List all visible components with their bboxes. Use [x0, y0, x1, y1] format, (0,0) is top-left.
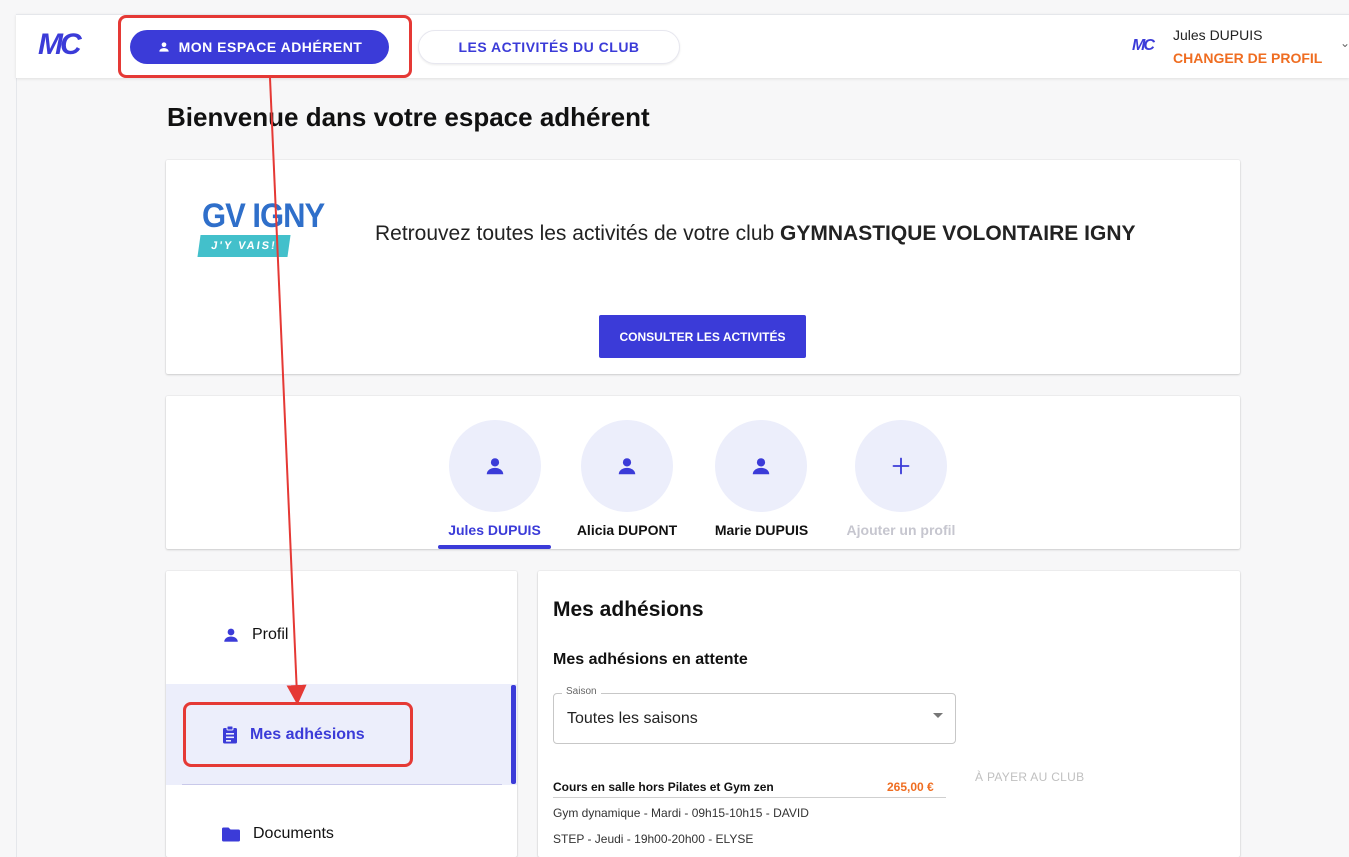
active-profile-indicator	[438, 545, 551, 549]
user-club-logo: MC	[1132, 37, 1155, 54]
nav-club-activities-label: LES ACTIVITÉS DU CLUB	[458, 39, 640, 55]
profile-tab-marie[interactable]: Marie DUPUIS	[703, 522, 820, 538]
club-logo-tag: J'Y VAIS!	[197, 235, 291, 257]
caret-down-icon[interactable]	[933, 713, 943, 718]
window-left-border	[16, 14, 17, 857]
page: MC MON ESPACE ADHÉRENT LES ACTIVITÉS DU …	[0, 0, 1349, 857]
membership-price: 265,00 €	[887, 780, 934, 794]
profile-tab-add[interactable]: Ajouter un profil	[838, 522, 964, 538]
annotation-highlight-nav	[118, 15, 412, 78]
club-description: Retrouvez toutes les activités de votre …	[375, 222, 1136, 246]
sidebar-item-profile[interactable]: Profil	[222, 626, 288, 644]
membership-divider	[553, 797, 946, 798]
pending-memberships-title: Mes adhésions en attente	[553, 651, 748, 668]
profile-avatar-alicia[interactable]	[581, 420, 673, 512]
profile-avatar-marie[interactable]	[715, 420, 807, 512]
membership-detail: Gym dynamique - Mardi - 09h15-10h15 - DA…	[553, 806, 809, 820]
club-description-prefix: Retrouvez toutes les activités de votre …	[375, 222, 781, 245]
sidebar-item-label: Profil	[252, 626, 289, 643]
app-logo[interactable]: MC	[38, 30, 104, 60]
membership-title: Cours en salle hors Pilates et Gym zen	[553, 780, 774, 794]
club-logo-name: GV IGNY	[202, 195, 325, 236]
profile-tab-jules[interactable]: Jules DUPUIS	[438, 522, 551, 538]
sidebar-divider	[182, 784, 502, 785]
page-title: Bienvenue dans votre espace adhérent	[167, 102, 650, 132]
user-name: Jules DUPUIS	[1173, 27, 1263, 43]
sidebar-active-indicator	[511, 685, 516, 784]
club-name: GYMNASTIQUE VOLONTAIRE IGNY	[780, 222, 1136, 245]
user-icon	[224, 628, 238, 642]
folder-icon	[222, 827, 240, 842]
membership-status: À PAYER AU CLUB	[975, 770, 1085, 784]
annotation-highlight-memberships	[183, 702, 413, 767]
memberships-title: Mes adhésions	[553, 598, 704, 621]
sidebar-item-documents[interactable]: Documents	[221, 825, 334, 843]
add-profile-button[interactable]	[855, 420, 947, 512]
user-icon	[752, 458, 770, 475]
membership-detail: STEP - Jeudi - 19h00-20h00 - ELYSE	[553, 832, 754, 846]
user-icon	[618, 458, 636, 475]
chevron-down-icon[interactable]: ⌄	[1340, 36, 1349, 50]
season-select-label: Saison	[562, 686, 601, 697]
season-select-value: Toutes les saisons	[567, 710, 698, 727]
user-icon	[486, 458, 504, 475]
change-profile-link[interactable]: CHANGER DE PROFIL	[1173, 50, 1322, 66]
plus-icon	[892, 457, 910, 475]
sidebar-item-label: Documents	[253, 825, 334, 842]
profile-avatar-jules[interactable]	[449, 420, 541, 512]
consult-activities-button[interactable]: CONSULTER LES ACTIVITÉS	[599, 315, 806, 358]
nav-club-activities[interactable]: LES ACTIVITÉS DU CLUB	[418, 30, 680, 64]
profile-tab-alicia[interactable]: Alicia DUPONT	[568, 522, 686, 538]
